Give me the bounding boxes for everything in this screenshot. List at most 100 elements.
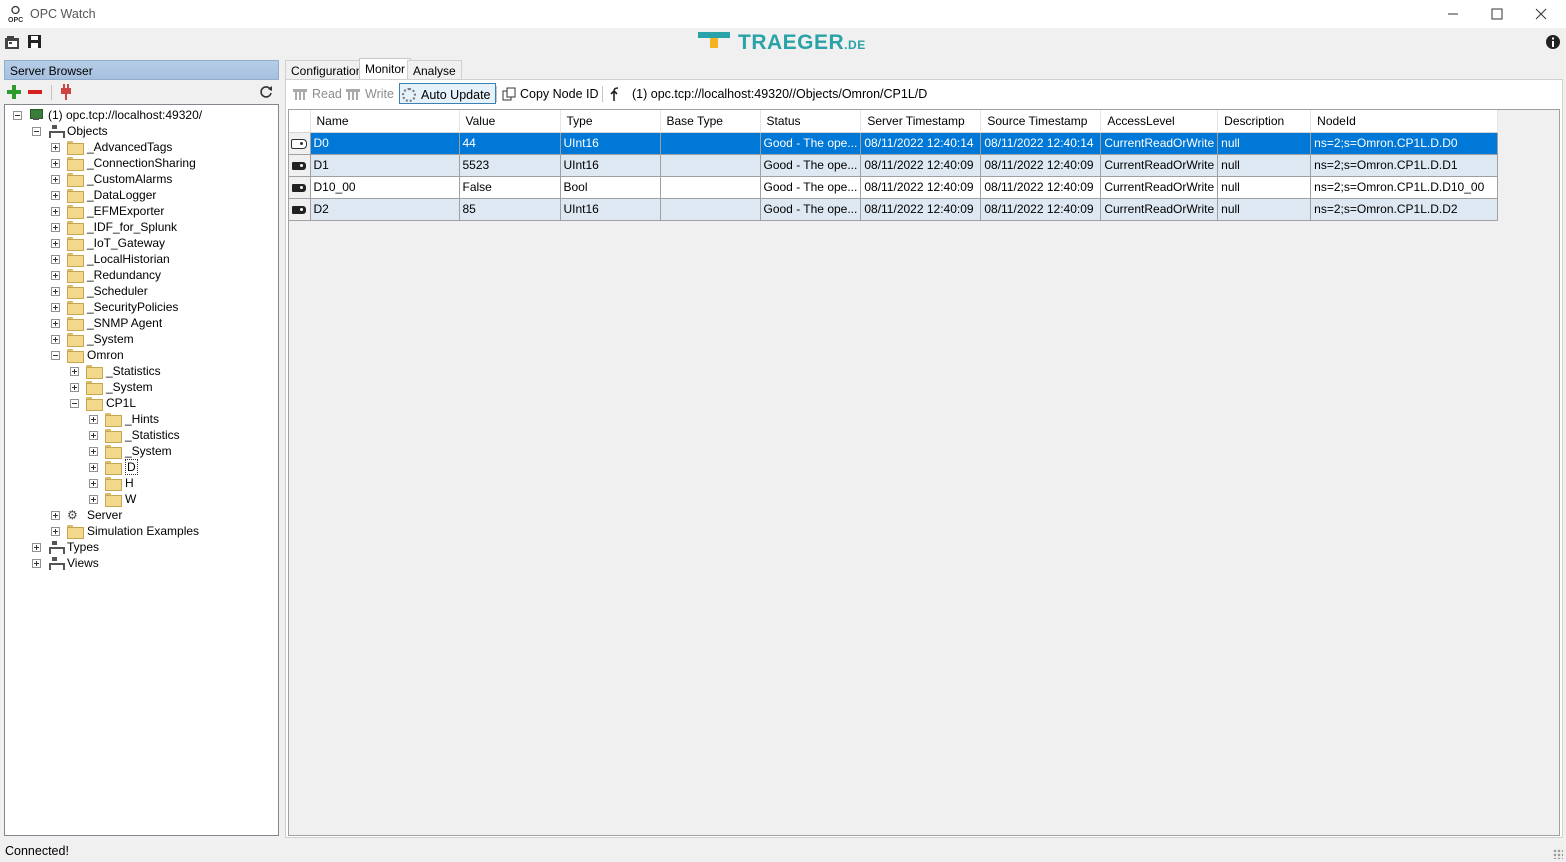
expand-icon[interactable]: [89, 430, 98, 440]
tree-node[interactable]: _SNMP Agent: [51, 315, 162, 331]
table-row[interactable]: D0 44 UInt16 Good - The ope... 08/11/2022 12…: [289, 132, 1499, 155]
column-header-node-id[interactable]: NodeId: [1310, 110, 1499, 133]
cell-server-timestamp[interactable]: 08/11/2022 12:40:14: [860, 132, 982, 155]
cell-description[interactable]: null: [1217, 176, 1312, 199]
cell-node-id[interactable]: ns=2;s=Omron.CP1L.D.D10_00: [1310, 176, 1499, 199]
tree-node[interactable]: _SecurityPolicies: [51, 299, 178, 315]
cell-type[interactable]: UInt16: [560, 198, 661, 221]
column-header-server-timestamp[interactable]: Server Timestamp: [860, 110, 982, 133]
cell-name[interactable]: D10_00: [310, 176, 460, 199]
tree-node[interactable]: _System: [89, 443, 172, 459]
cell-access-level[interactable]: CurrentReadOrWrite: [1100, 176, 1219, 199]
resize-grip[interactable]: [1553, 849, 1563, 859]
expand-icon[interactable]: [51, 510, 60, 520]
expand-icon[interactable]: [51, 286, 60, 296]
maximize-button[interactable]: [1474, 0, 1520, 28]
expand-icon[interactable]: [51, 190, 60, 200]
tree-node[interactable]: _Hints: [89, 411, 159, 427]
expand-icon[interactable]: [51, 254, 60, 264]
row-header[interactable]: [289, 176, 311, 199]
cell-name[interactable]: D0: [310, 132, 460, 155]
cell-base-type[interactable]: [660, 176, 761, 199]
cell-status[interactable]: Good - The ope...: [760, 176, 862, 199]
tree-node[interactable]: _DataLogger: [51, 187, 156, 203]
expand-icon[interactable]: [89, 446, 98, 456]
tree-node[interactable]: Simulation Examples: [51, 523, 199, 539]
expand-icon[interactable]: [89, 462, 98, 472]
cell-name[interactable]: D1: [310, 154, 460, 177]
expand-icon[interactable]: [51, 206, 60, 216]
info-icon[interactable]: [1544, 33, 1562, 51]
cell-base-type[interactable]: [660, 132, 761, 155]
cell-server-timestamp[interactable]: 08/11/2022 12:40:09: [860, 176, 982, 199]
expand-icon[interactable]: [51, 174, 60, 184]
collapse-icon[interactable]: [13, 110, 22, 120]
cell-value[interactable]: 5523: [459, 154, 561, 177]
expand-icon[interactable]: [51, 270, 60, 280]
expand-icon[interactable]: [51, 142, 60, 152]
tree-node[interactable]: _Statistics: [89, 427, 180, 443]
tree-node[interactable]: D: [89, 459, 138, 475]
expand-icon[interactable]: [70, 366, 79, 376]
tree-node[interactable]: _EFMExporter: [51, 203, 164, 219]
table-row[interactable]: D10_00 False Bool Good - The ope... 08/11/20…: [289, 176, 1499, 199]
tree-node[interactable]: _ConnectionSharing: [51, 155, 196, 171]
open-folder-icon[interactable]: [4, 33, 22, 51]
cell-type[interactable]: Bool: [560, 176, 661, 199]
remove-server-icon[interactable]: [28, 85, 42, 99]
tree-node[interactable]: _Redundancy: [51, 267, 161, 283]
copy-node-id-button[interactable]: Copy Node ID: [502, 86, 599, 102]
tab-monitor[interactable]: Monitor: [359, 58, 412, 81]
cell-node-id[interactable]: ns=2;s=Omron.CP1L.D.D2: [1310, 198, 1499, 221]
cell-server-timestamp[interactable]: 08/11/2022 12:40:09: [860, 198, 982, 221]
tree-node[interactable]: (1) opc.tcp://localhost:49320/: [13, 107, 202, 123]
tree-node[interactable]: _Statistics: [70, 363, 161, 379]
cell-node-id[interactable]: ns=2;s=Omron.CP1L.D.D0: [1310, 132, 1499, 155]
cell-status[interactable]: Good - The ope...: [760, 132, 862, 155]
cell-type[interactable]: UInt16: [560, 154, 661, 177]
row-header[interactable]: [289, 154, 311, 177]
column-header-name[interactable]: Name: [310, 110, 460, 133]
expand-icon[interactable]: [51, 222, 60, 232]
expand-icon[interactable]: [32, 558, 41, 568]
expand-icon[interactable]: [51, 318, 60, 328]
tree-node[interactable]: _IoT_Gateway: [51, 235, 165, 251]
auto-update-button[interactable]: Auto Update: [399, 83, 496, 104]
tree-node[interactable]: _System: [70, 379, 153, 395]
cell-status[interactable]: Good - The ope...: [760, 154, 862, 177]
tree-node[interactable]: _IDF_for_Splunk: [51, 219, 177, 235]
expand-icon[interactable]: [32, 542, 41, 552]
cell-description[interactable]: null: [1217, 154, 1312, 177]
close-button[interactable]: [1518, 0, 1564, 28]
cell-value[interactable]: 85: [459, 198, 561, 221]
cell-value[interactable]: False: [459, 176, 561, 199]
tree-node[interactable]: _CustomAlarms: [51, 171, 172, 187]
tree-node[interactable]: Types: [32, 539, 99, 555]
cell-source-timestamp[interactable]: 08/11/2022 12:40:09: [980, 154, 1102, 177]
collapse-icon[interactable]: [70, 398, 79, 408]
cell-source-timestamp[interactable]: 08/11/2022 12:40:09: [980, 176, 1102, 199]
column-header-access-level[interactable]: AccessLevel: [1100, 110, 1219, 133]
expand-icon[interactable]: [51, 302, 60, 312]
expand-icon[interactable]: [89, 494, 98, 504]
cell-status[interactable]: Good - The ope...: [760, 198, 862, 221]
tree-node[interactable]: _System: [51, 331, 134, 347]
cell-access-level[interactable]: CurrentReadOrWrite: [1100, 154, 1219, 177]
column-header-description[interactable]: Description: [1217, 110, 1312, 133]
column-header-value[interactable]: Value: [459, 110, 561, 133]
cell-server-timestamp[interactable]: 08/11/2022 12:40:09: [860, 154, 982, 177]
server-tree[interactable]: (1) opc.tcp://localhost:49320/Objects _Ad…: [4, 104, 279, 836]
cell-node-id[interactable]: ns=2;s=Omron.CP1L.D.D1: [1310, 154, 1499, 177]
expand-icon[interactable]: [89, 414, 98, 424]
collapse-icon[interactable]: [51, 350, 60, 360]
tree-node[interactable]: CP1L: [70, 395, 136, 411]
table-row[interactable]: D2 85 UInt16 Good - The ope... 08/11/2022 12…: [289, 198, 1499, 221]
cell-base-type[interactable]: [660, 198, 761, 221]
tree-node[interactable]: W: [89, 491, 136, 507]
cell-access-level[interactable]: CurrentReadOrWrite: [1100, 132, 1219, 155]
disconnect-plug-icon[interactable]: [60, 84, 72, 100]
expand-icon[interactable]: [51, 526, 60, 536]
tree-node[interactable]: _AdvancedTags: [51, 139, 172, 155]
cell-source-timestamp[interactable]: 08/11/2022 12:40:14: [980, 132, 1102, 155]
read-button[interactable]: Read: [292, 86, 342, 102]
